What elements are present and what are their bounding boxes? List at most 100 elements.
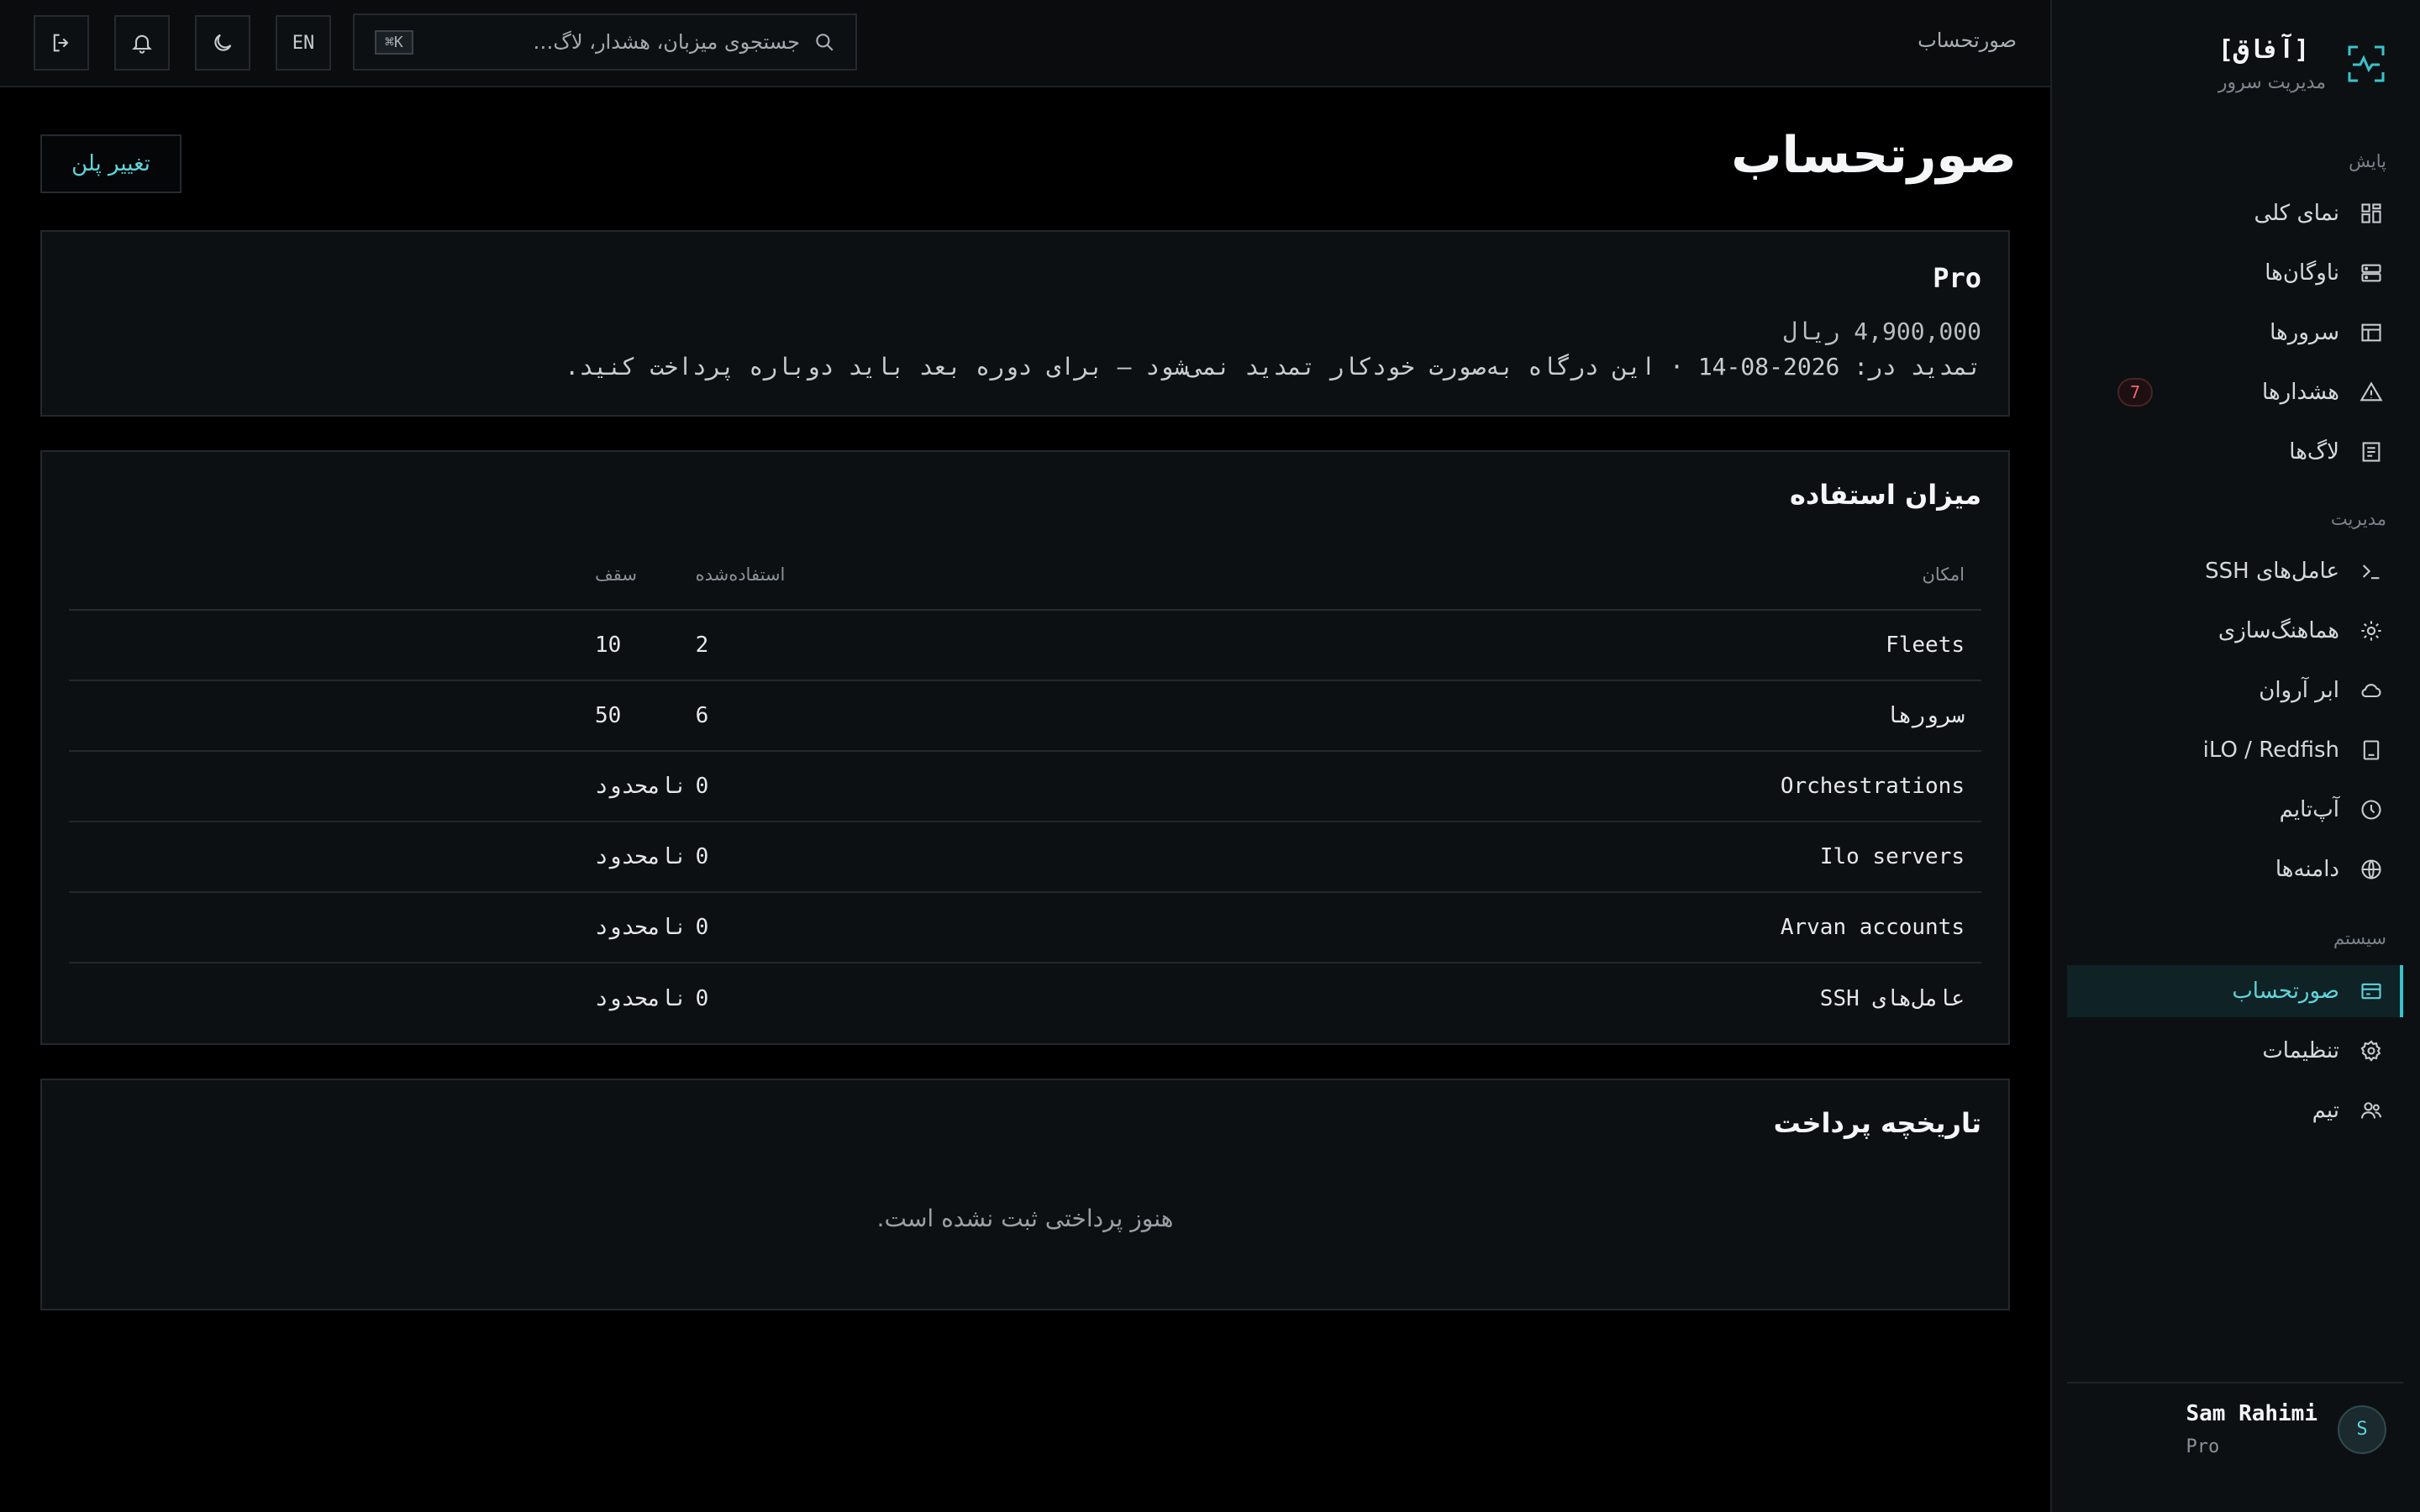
sidebar-item-fleets[interactable]: ناوگان‌ها	[2067, 247, 2403, 299]
table-header-row: امکان استفاده‌شده سقف	[69, 539, 1981, 611]
breadcrumb: صورتحساب	[1918, 29, 2017, 52]
grid-icon	[2361, 203, 2381, 223]
gear-icon	[2360, 1040, 2381, 1062]
sidebar-item-arvan-cloud[interactable]: ابر آروان	[2067, 664, 2403, 717]
sidebar-item-orchestration[interactable]: هماهنگ‌سازی	[2067, 605, 2403, 657]
server-rack-icon	[2361, 264, 2381, 282]
plan-name: Pro	[1933, 262, 1981, 294]
usage-cap: نامحدود	[69, 892, 687, 963]
usage-used: 6	[687, 680, 1152, 752]
usage-used: 0	[687, 822, 1152, 893]
moon-icon	[214, 34, 232, 51]
nav-section-system: سیستم	[2333, 928, 2386, 948]
usage-cap: نامحدود	[595, 985, 687, 1011]
search-shortcut-hint: K⌘	[375, 29, 413, 55]
plan-price: 4,900,000 ریال	[1782, 318, 1981, 345]
sidebar-item-label: آپ‌تایم	[2279, 797, 2339, 822]
sidebar-item-label: ناوگان‌ها	[2265, 260, 2339, 286]
user-menu[interactable]: S Sam Rahimi Pro	[2186, 1401, 2386, 1457]
user-plan: Pro	[2186, 1436, 2220, 1457]
alerts-count-badge: 7	[2118, 378, 2153, 407]
brand-title: [آفاق]	[2217, 35, 2310, 65]
sidebar-item-servers[interactable]: سرورها	[2067, 307, 2403, 359]
table-row: Arvan accounts 0 نامحدود	[69, 892, 1981, 963]
credit-card-icon	[2361, 983, 2381, 1000]
change-plan-button[interactable]: تغییر پلن	[40, 134, 182, 193]
sidebar-item-alerts[interactable]: هشدارها 7	[2067, 366, 2403, 418]
plan-card: Pro 4,900,000 ریال تمدید در: 2026-08-14 …	[40, 230, 2010, 417]
table-row: عامل‌های SSH 0 نامحدود	[69, 963, 1981, 1033]
sidebar-divider	[2067, 1382, 2403, 1383]
global-search[interactable]: K⌘	[353, 13, 857, 71]
topbar: صورتحساب K⌘ EN	[0, 0, 2050, 87]
theme-toggle-button[interactable]	[195, 15, 250, 71]
sidebar-item-label: صورتحساب	[2232, 979, 2339, 1004]
sidebar-item-domains[interactable]: دامنه‌ها	[2067, 843, 2403, 895]
sidebar-item-ssh-agents[interactable]: عامل‌های SSH	[2067, 545, 2403, 597]
usage-table: امکان استفاده‌شده سقف Fleets 2 10 سرورها…	[69, 539, 1981, 1033]
column-header-feature: امکان	[1151, 539, 1981, 611]
usage-card: میزان استفاده امکان استفاده‌شده سقف Flee…	[40, 450, 2010, 1045]
usage-used: 2	[687, 610, 1152, 681]
language-toggle-button[interactable]: EN	[276, 15, 331, 71]
usage-cap: نامحدود	[69, 751, 687, 822]
sidebar-item-ilo-redfish[interactable]: iLO / Redfish	[2067, 724, 2403, 776]
table-row: Ilo servers 0 نامحدود	[69, 822, 1981, 893]
usage-used: 0	[687, 751, 1152, 822]
sidebar-item-label: تیم	[2312, 1098, 2339, 1123]
sidebar-item-overview[interactable]: نمای کلی	[2067, 187, 2403, 239]
usage-cap: نامحدود	[69, 822, 687, 893]
users-icon	[2360, 1102, 2382, 1119]
usage-feature: Arvan accounts	[1151, 892, 1981, 963]
sidebar-item-label: لاگ‌ها	[2289, 439, 2339, 465]
sidebar-item-label: ابر آروان	[2259, 678, 2339, 703]
warning-icon	[2360, 381, 2383, 402]
clock-icon	[2361, 800, 2381, 820]
sidebar-item-uptime[interactable]: آپ‌تایم	[2067, 784, 2403, 836]
usage-feature: Ilo servers	[1151, 822, 1981, 893]
table-row: سرورها 6 50	[69, 680, 1981, 752]
sidebar-item-label: هشدارها	[2262, 380, 2339, 405]
brand-subtitle: مدیریت سرور	[2217, 72, 2326, 93]
table-row: Fleets 2 10	[69, 610, 1981, 681]
table-icon	[2361, 323, 2381, 342]
usage-feature: سرورها	[1151, 680, 1981, 752]
table-row: Orchestrations 0 نامحدود	[69, 751, 1981, 822]
user-name: Sam Rahimi	[2186, 1401, 2317, 1426]
payment-history-title: تاریخچه پرداخت	[1773, 1107, 1981, 1139]
search-input[interactable]	[426, 30, 800, 54]
logout-icon	[53, 34, 69, 52]
bell-icon	[132, 34, 152, 54]
sidebar-item-label: تنظیمات	[2262, 1038, 2339, 1063]
sidebar-item-label: نمای کلی	[2254, 201, 2339, 226]
sidebar-item-label: سرورها	[2270, 320, 2339, 345]
page-title: صورتحساب	[1731, 126, 2017, 185]
payment-history-card: تاریخچه پرداخت هنوز پرداختی ثبت نشده است…	[40, 1079, 2010, 1310]
sidebar-item-team[interactable]: تیم	[2067, 1084, 2403, 1137]
notifications-button[interactable]	[114, 15, 170, 71]
column-header-used: استفاده‌شده	[687, 539, 1152, 611]
usage-title: میزان استفاده	[1789, 479, 1981, 511]
usage-cap: 10	[69, 610, 687, 681]
sidebar: [آفاق] مدیریت سرور پایش نمای کلی ناوگان‌…	[2050, 0, 2420, 1512]
terminal-icon	[2362, 564, 2380, 580]
sidebar-item-logs[interactable]: لاگ‌ها	[2067, 426, 2403, 478]
search-icon	[816, 34, 834, 51]
log-file-icon	[2362, 442, 2381, 462]
device-icon	[2363, 740, 2380, 760]
usage-used: 0	[695, 985, 709, 1011]
logout-button[interactable]	[34, 15, 89, 71]
sidebar-item-label: عامل‌های SSH	[2205, 559, 2339, 584]
sidebar-item-label: دامنه‌ها	[2275, 857, 2339, 882]
pulse-logo-icon	[2348, 45, 2385, 82]
nav-section-management: مدیریت	[2330, 509, 2386, 529]
usage-feature: Fleets	[1151, 610, 1981, 681]
sidebar-item-settings[interactable]: تنظیمات	[2067, 1025, 2403, 1077]
sidebar-item-billing[interactable]: صورتحساب	[2067, 965, 2403, 1017]
plan-renewal-note: تمدید در: 2026-08-14 · این درگاه به‌صورت…	[565, 353, 1981, 381]
brand[interactable]: [آفاق] مدیریت سرور	[2218, 34, 2386, 93]
avatar: S	[2338, 1404, 2386, 1454]
nav-section-monitoring: پایش	[2349, 151, 2386, 171]
payment-history-empty: هنوز پرداختی ثبت نشده است.	[876, 1205, 1174, 1232]
usage-used: 0	[687, 892, 1152, 963]
